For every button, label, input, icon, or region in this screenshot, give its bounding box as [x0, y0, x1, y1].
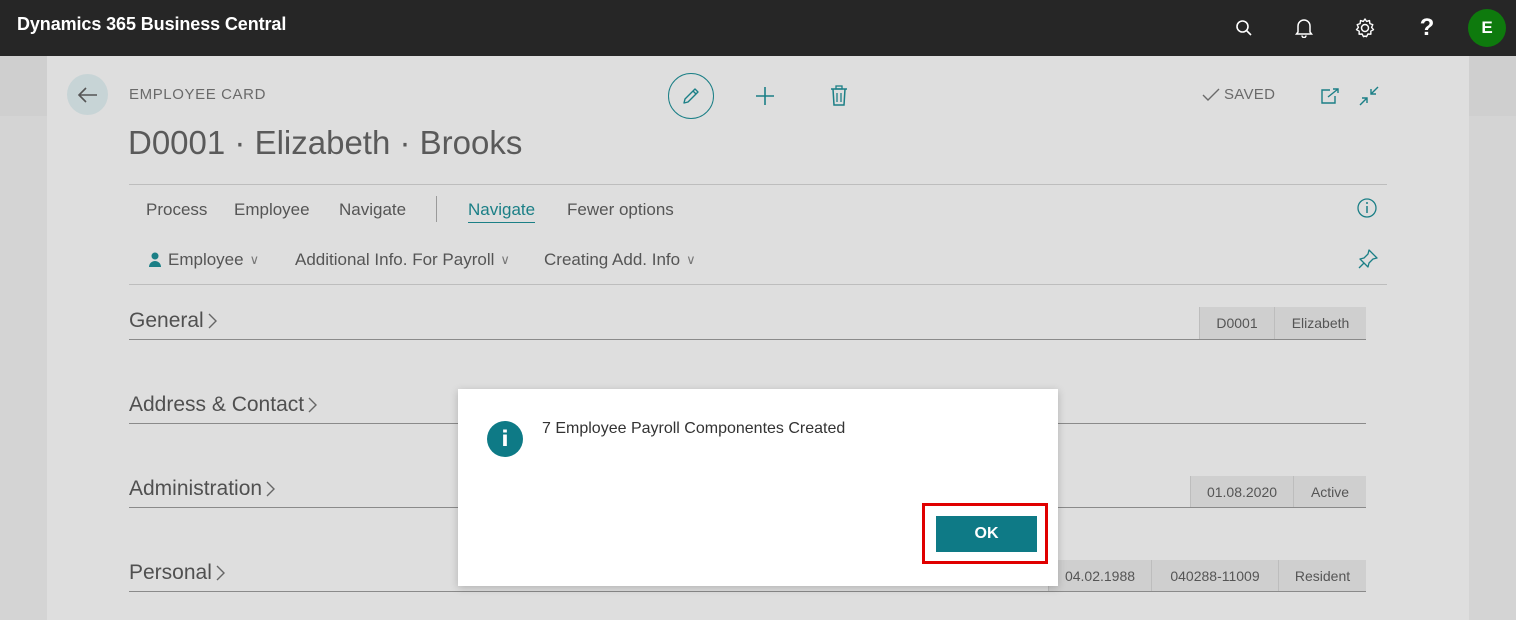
saved-label: SAVED	[1224, 86, 1276, 103]
action-additional-info-payroll[interactable]: Additional Info. For Payroll ∨	[295, 250, 510, 270]
help-icon[interactable]: ?	[1413, 14, 1441, 42]
section-personal[interactable]: Personal	[129, 561, 226, 585]
open-in-new-icon	[1321, 88, 1339, 104]
summary-chip: Active	[1293, 476, 1366, 508]
section-personal-summary: 04.02.1988 040288-11009 Resident	[1048, 560, 1366, 592]
info-icon: i	[487, 421, 523, 457]
section-divider	[129, 339, 1366, 340]
search-icon[interactable]	[1230, 14, 1258, 42]
tab-navigate-active[interactable]: Navigate	[468, 200, 536, 223]
pencil-icon	[683, 88, 699, 104]
chevron-down-icon: ∨	[686, 252, 696, 267]
app-title[interactable]: Dynamics 365 Business Central	[17, 14, 286, 35]
chevron-down-icon: ∨	[500, 252, 510, 267]
edit-button[interactable]	[668, 73, 714, 119]
open-new-window-button[interactable]	[1316, 82, 1344, 110]
summary-chip: 040288-11009	[1151, 560, 1278, 592]
section-administration[interactable]: Administration	[129, 477, 276, 501]
message-dialog: i 7 Employee Payroll Componentes Created…	[458, 389, 1058, 586]
section-title: General	[129, 309, 204, 332]
bell-icon[interactable]	[1290, 14, 1318, 42]
menu-divider	[436, 196, 437, 222]
summary-chip: Elizabeth	[1274, 307, 1366, 339]
chevron-right-icon	[308, 397, 318, 413]
info-pane-button[interactable]	[1353, 194, 1381, 222]
section-title: Administration	[129, 477, 263, 500]
menu-navigate[interactable]: Navigate	[339, 200, 406, 220]
section-general-summary: D0001 Elizabeth	[1199, 307, 1366, 339]
ok-button[interactable]: OK	[936, 516, 1037, 552]
collapse-button[interactable]	[1355, 82, 1383, 110]
chevron-right-icon	[266, 481, 276, 497]
section-general[interactable]: General	[129, 309, 218, 333]
section-address-contact[interactable]: Address & Contact	[129, 393, 318, 417]
pin-icon	[1358, 249, 1378, 269]
section-title: Personal	[129, 561, 212, 584]
action-label: Employee	[168, 250, 244, 269]
summary-chip: 04.02.1988	[1048, 560, 1151, 592]
summary-chip: Resident	[1278, 560, 1366, 592]
summary-chip: 01.08.2020	[1190, 476, 1293, 508]
info-icon	[1357, 198, 1377, 218]
dialog-message: 7 Employee Payroll Componentes Created	[542, 420, 846, 437]
back-button[interactable]	[67, 74, 108, 115]
chevron-right-icon	[208, 313, 217, 329]
new-button[interactable]	[751, 82, 779, 110]
section-divider	[129, 591, 1366, 592]
menu-employee[interactable]: Employee	[234, 200, 310, 220]
section-administration-summary: 01.08.2020 Active	[1190, 476, 1366, 508]
card-type-label: EMPLOYEE CARD	[129, 86, 266, 103]
fewer-options-button[interactable]: Fewer options	[567, 200, 674, 220]
action-creating-add-info[interactable]: Creating Add. Info ∨	[544, 250, 696, 270]
gear-icon[interactable]	[1351, 14, 1379, 42]
action-label: Additional Info. For Payroll	[295, 250, 495, 269]
section-title: Address & Contact	[129, 393, 305, 416]
action-employee[interactable]: Employee ∨	[148, 250, 259, 270]
saved-status: SAVED	[1202, 86, 1275, 103]
checkmark-icon	[1202, 88, 1220, 101]
action-label: Creating Add. Info	[544, 250, 681, 269]
chevron-right-icon	[216, 565, 225, 581]
person-icon	[149, 252, 161, 267]
summary-chip: D0001	[1199, 307, 1274, 339]
top-bar: Dynamics 365 Business Central ? E	[0, 0, 1516, 56]
divider	[129, 284, 1387, 285]
chevron-down-icon: ∨	[249, 252, 260, 267]
menu-process[interactable]: Process	[146, 200, 207, 220]
trash-icon	[831, 85, 847, 106]
divider	[129, 184, 1387, 185]
delete-button[interactable]	[825, 82, 853, 110]
pin-button[interactable]	[1354, 245, 1382, 273]
avatar[interactable]: E	[1468, 9, 1506, 47]
collapse-icon	[1359, 86, 1379, 106]
page-title: D0001 · Elizabeth · Brooks	[128, 124, 523, 161]
plus-icon	[756, 87, 774, 105]
